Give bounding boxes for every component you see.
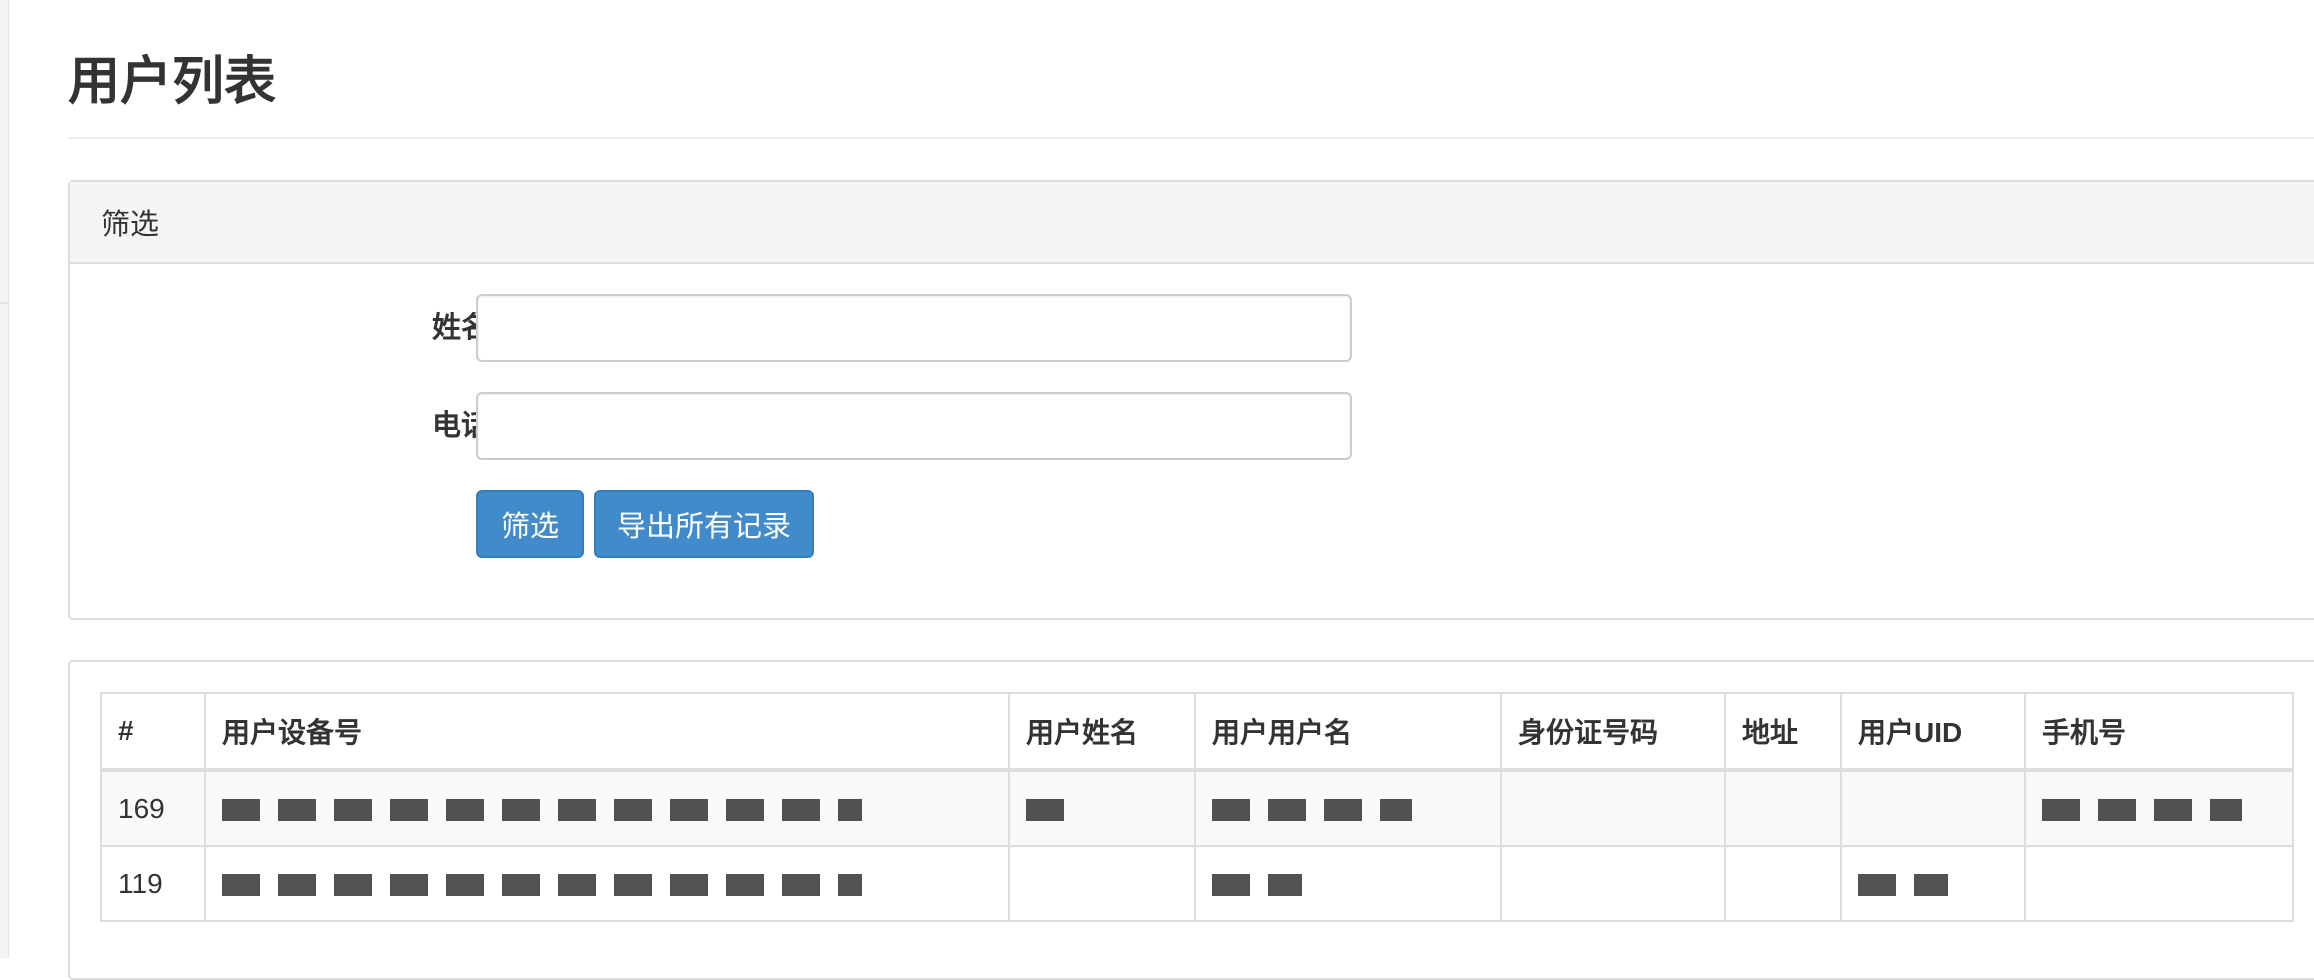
cell-id-card	[1500, 845, 1726, 922]
redacted-block	[222, 874, 862, 897]
redacted-block	[2042, 799, 2242, 822]
column-header-device-id[interactable]: 用户设备号	[204, 692, 1010, 772]
sidebar-divider	[0, 302, 9, 304]
cell-address	[1724, 769, 1842, 847]
column-header-index[interactable]: #	[100, 692, 206, 772]
main-content: 用户列表 筛选 姓名 电话 筛选 导出所有记录 # 用户设备号 用户姓名 用户用…	[68, 0, 2314, 980]
filter-heading-label: 筛选	[101, 209, 160, 241]
filter-button[interactable]: 筛选	[476, 490, 584, 558]
redacted-block	[1212, 874, 1302, 897]
table-header-row: # 用户设备号 用户姓名 用户用户名 身份证号码 地址 用户UID 手机号	[100, 692, 2294, 772]
phone-label: 电话	[431, 410, 490, 442]
column-header-uid[interactable]: 用户UID	[1840, 692, 2026, 772]
cell-device-id	[204, 769, 1010, 847]
redacted-block	[1026, 799, 1078, 822]
export-all-button[interactable]: 导出所有记录	[594, 490, 814, 558]
filter-panel-heading: 筛选	[70, 182, 2314, 264]
column-header-username[interactable]: 用户用户名	[1194, 692, 1502, 772]
title-divider	[68, 137, 2314, 139]
redacted-block	[1858, 874, 1948, 897]
name-input[interactable]	[476, 294, 1352, 362]
page-title: 用户列表	[68, 53, 277, 111]
column-header-id-card[interactable]: 身份证号码	[1500, 692, 1726, 772]
cell-phone	[2024, 769, 2294, 847]
filter-panel: 筛选 姓名 电话 筛选 导出所有记录	[68, 180, 2314, 620]
user-list-panel: # 用户设备号 用户姓名 用户用户名 身份证号码 地址 用户UID 手机号 16…	[68, 660, 2314, 980]
column-header-address[interactable]: 地址	[1724, 692, 1842, 772]
table-row[interactable]: 119	[100, 845, 2294, 922]
phone-input[interactable]	[476, 392, 1352, 460]
cell-index: 169	[100, 769, 206, 847]
name-label: 姓名	[431, 312, 490, 344]
cell-uid	[1840, 845, 2026, 922]
column-header-real-name[interactable]: 用户姓名	[1008, 692, 1196, 772]
cell-username	[1194, 845, 1502, 922]
left-sidebar-edge	[0, 0, 9, 958]
cell-username	[1194, 769, 1502, 847]
cell-id-card	[1500, 769, 1726, 847]
cell-real-name	[1008, 769, 1196, 847]
cell-real-name	[1008, 845, 1196, 922]
table-row[interactable]: 169	[100, 769, 2294, 847]
redacted-block	[1212, 799, 1412, 822]
cell-phone	[2024, 845, 2294, 922]
cell-address	[1724, 845, 1842, 922]
user-table: # 用户设备号 用户姓名 用户用户名 身份证号码 地址 用户UID 手机号 16…	[100, 692, 2294, 922]
column-header-phone[interactable]: 手机号	[2024, 692, 2294, 772]
cell-uid	[1840, 769, 2026, 847]
cell-index: 119	[100, 845, 206, 922]
redacted-block	[222, 799, 862, 822]
cell-device-id	[204, 845, 1010, 922]
